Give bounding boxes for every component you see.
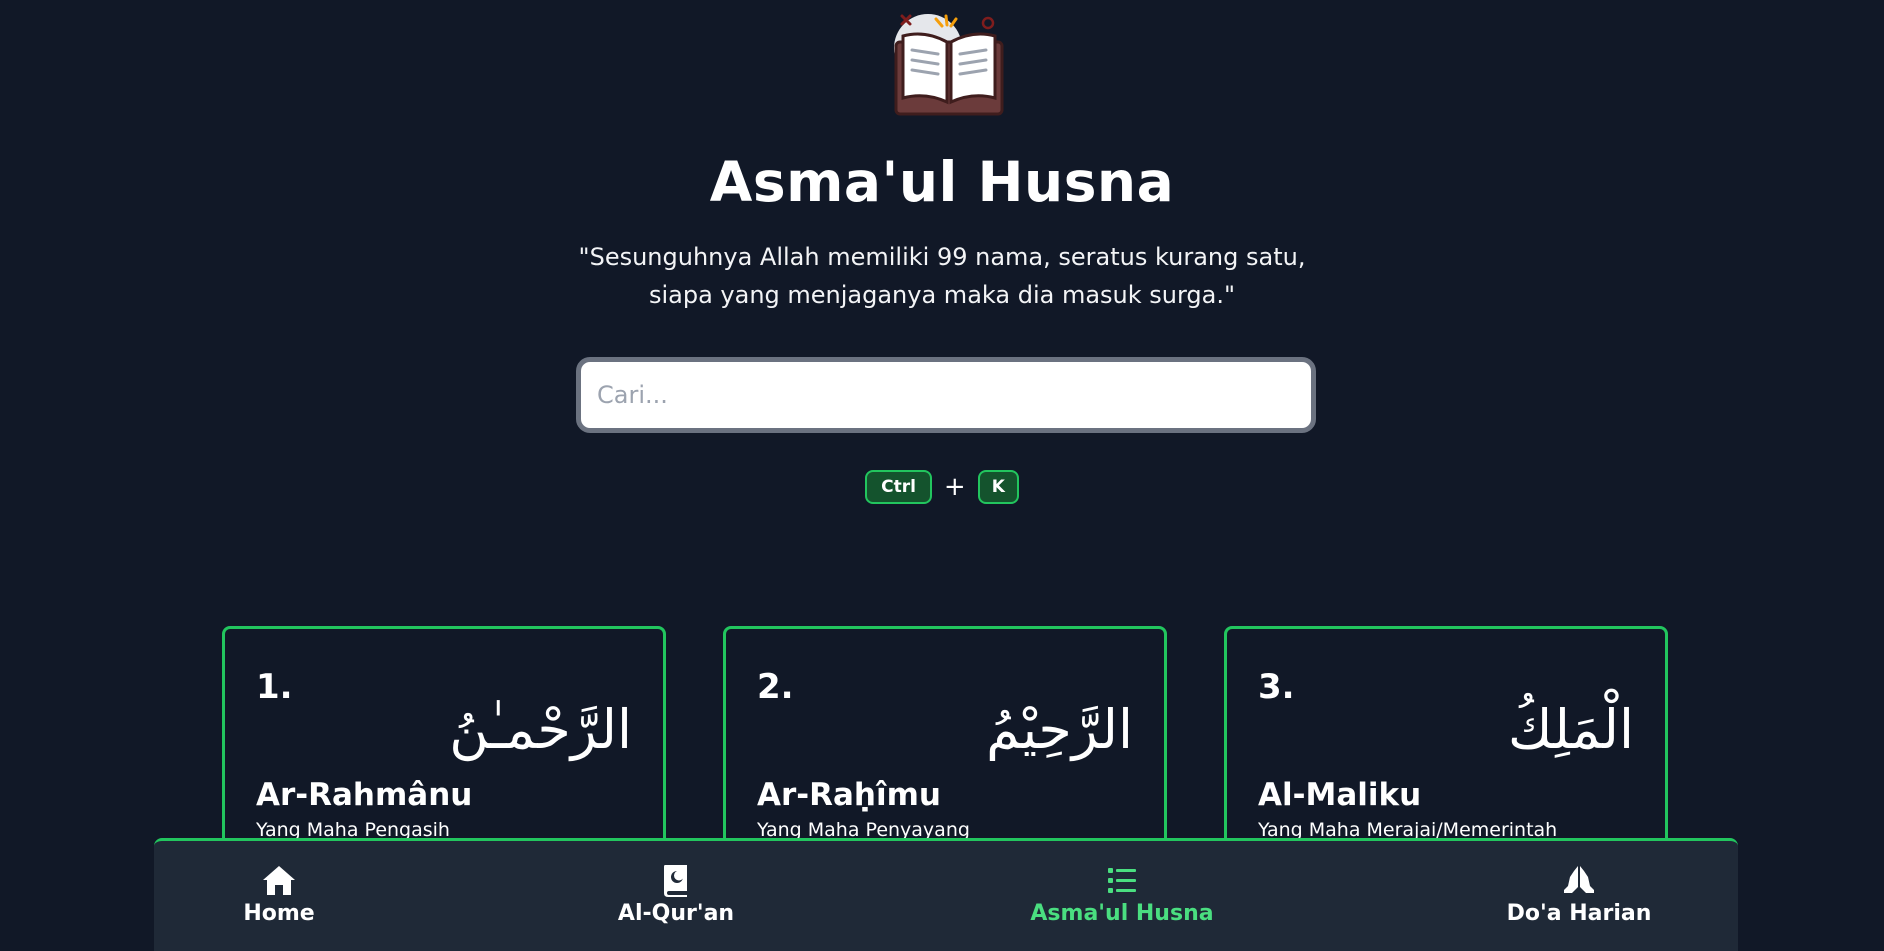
search-box [576, 357, 1316, 433]
card-arabic-name: الرَّحِيْمُ [986, 698, 1133, 761]
card-latin-name: Al-Maliku [1258, 777, 1422, 813]
nav-item-quran[interactable]: Al-Qur'an [566, 863, 786, 926]
page-title: Asma'ul Husna [709, 150, 1175, 214]
card-number: 3. [1258, 667, 1295, 707]
card-arabic-name: الْمَلِكُ [1507, 698, 1634, 761]
ctrl-key: Ctrl [865, 470, 932, 504]
quote-line-1: "Sesunguhnya Allah memiliki 99 nama, ser… [578, 243, 1306, 271]
search-input[interactable] [581, 362, 1311, 428]
book-logo-icon [894, 14, 1004, 116]
nav-item-asmaul-husna[interactable]: Asma'ul Husna [1012, 863, 1232, 926]
list-icon [1108, 868, 1136, 893]
quote-line-2: siapa yang menjaganya maka dia masuk sur… [648, 281, 1236, 309]
card-latin-name: Ar-Raḥîmu [757, 777, 942, 813]
praying-hands-icon [1564, 866, 1594, 893]
nav-item-doa-harian[interactable]: Do'a Harian [1469, 863, 1689, 926]
nav-item-home[interactable]: Home [169, 863, 389, 926]
keyboard-shortcut-hint: Ctrl + K [0, 470, 1884, 504]
card-number: 1. [256, 667, 293, 707]
k-key: K [977, 470, 1019, 504]
nav-label: Al-Qur'an [617, 901, 735, 926]
quran-icon [664, 865, 687, 897]
plus-sign: + [943, 472, 966, 502]
card-latin-name: Ar-Rahmânu [256, 777, 473, 813]
nav-label: Home [243, 901, 315, 926]
nav-label: Do'a Harian [1506, 901, 1652, 926]
card-number: 2. [757, 667, 794, 707]
home-icon [263, 866, 295, 895]
page: Asma'ul Husna "Sesunguhnya Allah memilik… [0, 0, 1884, 951]
card-arabic-name: الرَّحْمـٰنُ [449, 698, 632, 761]
nav-label: Asma'ul Husna [1030, 901, 1214, 926]
bottom-navigation: Home Al-Qur'an Asma'ul Husna Do'a Harian [154, 838, 1738, 951]
hadith-quote: "Sesunguhnya Allah memiliki 99 nama, ser… [0, 238, 1884, 314]
